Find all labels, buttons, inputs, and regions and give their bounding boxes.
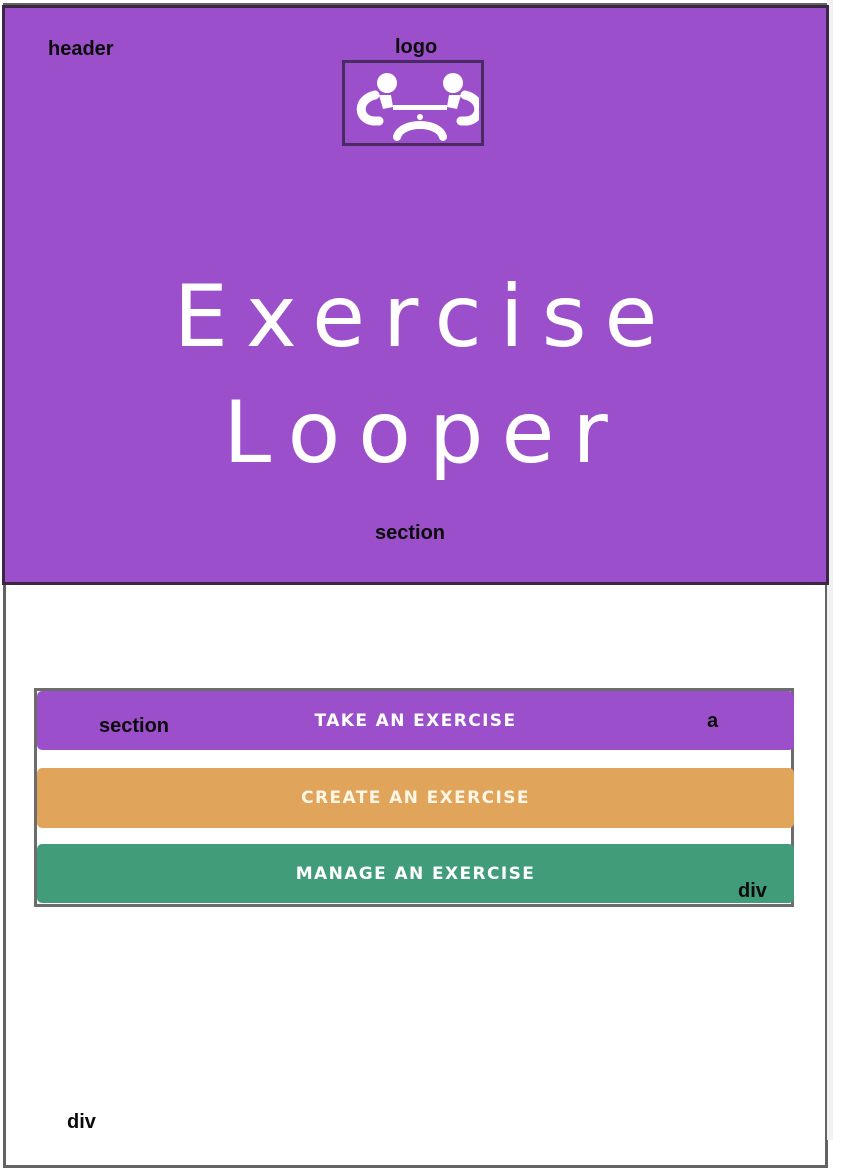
annotation-header: header [48,38,114,60]
create-exercise-label: CREATE AN EXERCISE [301,788,530,808]
annotation-link: a [707,710,719,732]
annotation-outer-div: div [67,1111,96,1133]
people-at-table-icon [356,73,479,141]
hero-title-line1: Exercise [173,267,676,367]
take-exercise-label: TAKE AN EXERCISE [314,710,517,731]
header: header logo Exercise Looper section [2,5,829,585]
page: header logo Exercise Looper section TAKE… [0,0,861,1169]
hero-title-line2: Looper [223,383,626,483]
manage-exercise-button[interactable]: MANAGE AN EXERCISE [37,844,794,903]
annotation-hero-section: section [375,522,446,544]
create-exercise-button[interactable]: CREATE AN EXERCISE [37,768,794,828]
annotation-button-div: div [738,880,767,902]
annotation-button-section: section [99,715,170,737]
annotation-logo: logo [395,36,438,58]
manage-exercise-label: MANAGE AN EXERCISE [295,863,536,884]
logo[interactable] [342,60,484,146]
